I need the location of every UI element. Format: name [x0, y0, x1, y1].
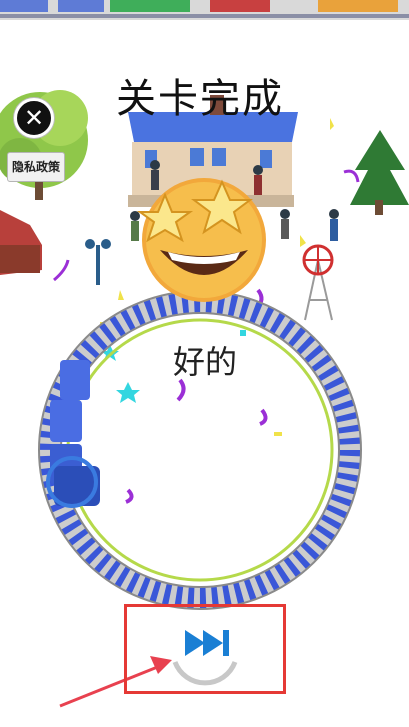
tree-right	[350, 130, 409, 215]
house-left	[0, 210, 42, 275]
close-button[interactable]: ✕	[14, 98, 54, 138]
fast-forward-icon	[172, 630, 238, 686]
privacy-policy-button[interactable]: 隐私政策	[7, 152, 65, 182]
windmill	[302, 244, 334, 321]
ok-label[interactable]: 好的	[150, 342, 260, 382]
lamp-post	[85, 239, 111, 285]
circular-track	[38, 290, 362, 610]
close-icon: ✕	[23, 104, 45, 132]
level-complete-title: 关卡完成	[116, 76, 284, 122]
top-train-strip-area	[0, 0, 409, 22]
skip-button[interactable]	[163, 610, 247, 694]
